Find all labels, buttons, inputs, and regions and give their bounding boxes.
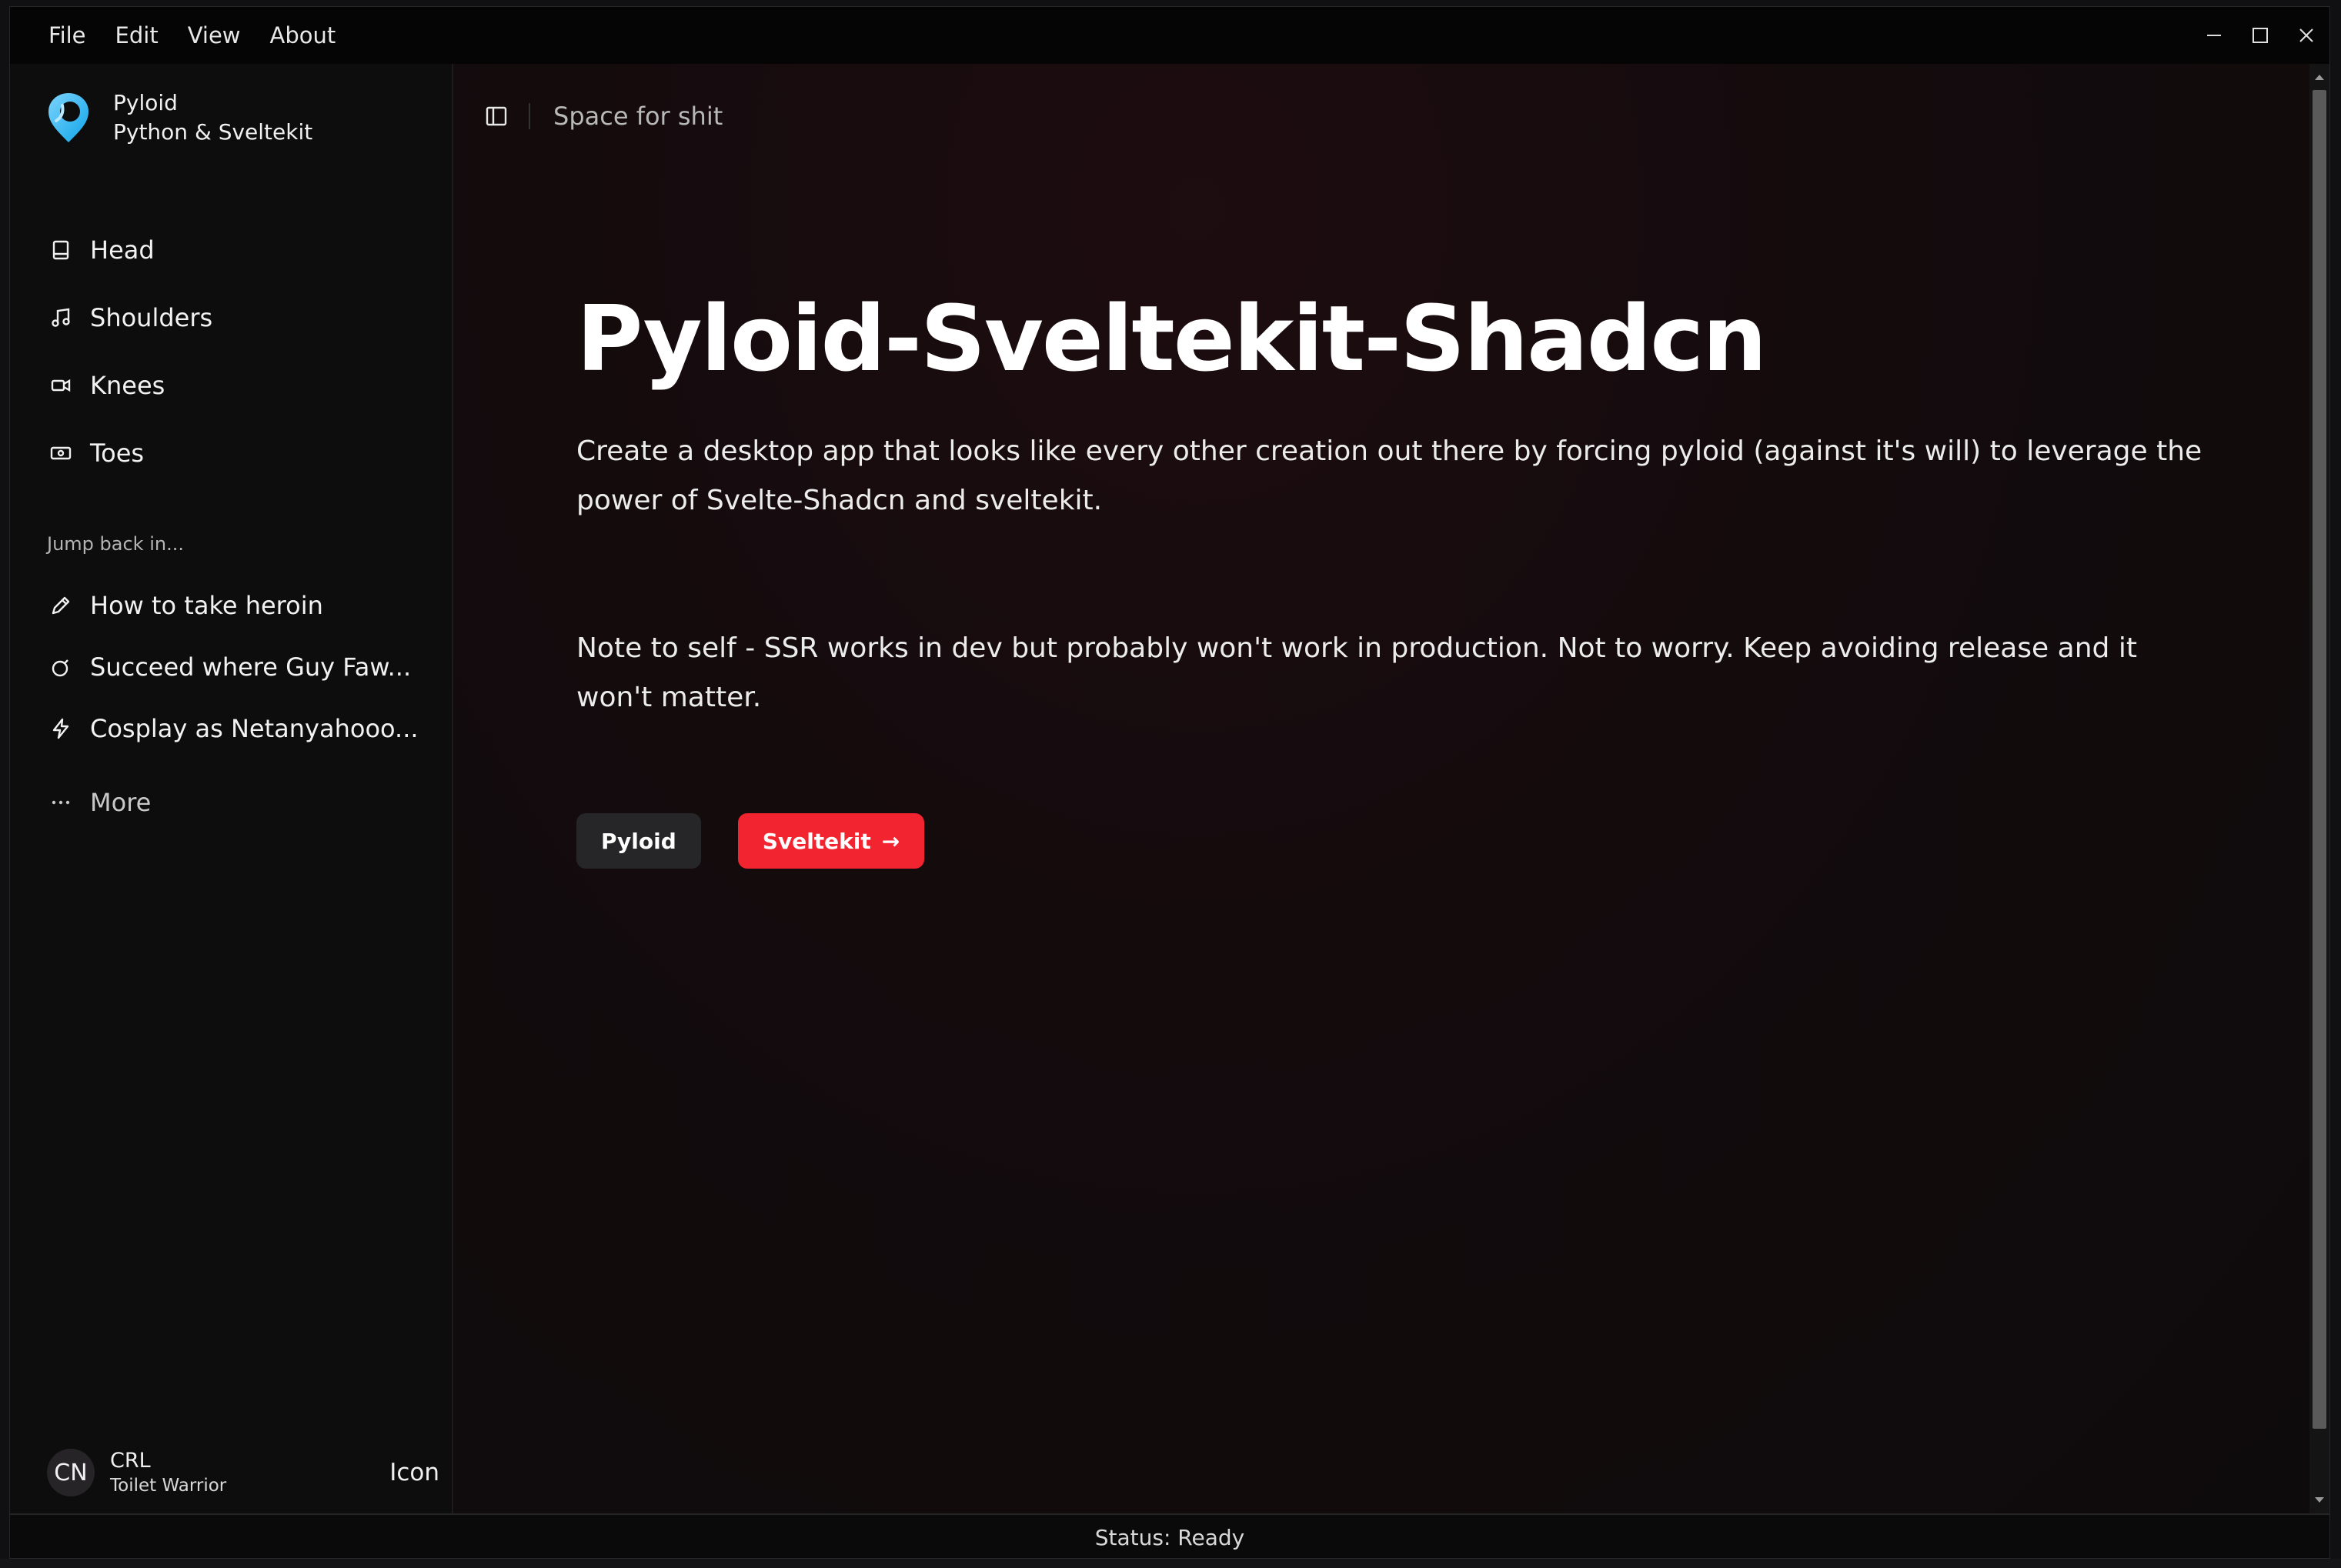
desktop: File Edit View About Pyloid Python & Sve… <box>0 0 2341 1568</box>
recent-item-heroin[interactable]: How to take heroin <box>10 575 452 636</box>
recent-section-label: Jump back in... <box>47 533 184 555</box>
brand[interactable]: Pyloid Python & Sveltekit <box>41 88 312 147</box>
panel-left-icon <box>486 106 507 126</box>
book-icon <box>48 238 73 262</box>
more-label: More <box>90 788 152 817</box>
hero: Pyloid-Sveltekit-Shadcn Create a desktop… <box>576 281 2208 869</box>
caret-down-icon <box>2315 1497 2324 1503</box>
menu-edit[interactable]: Edit <box>115 7 159 64</box>
caret-up-icon <box>2315 75 2324 80</box>
music-note-icon <box>48 305 73 330</box>
pyloid-button-label: Pyloid <box>601 828 676 854</box>
scrollbar[interactable] <box>2309 64 2329 1513</box>
ellipsis-icon <box>48 790 73 815</box>
sidebar: Pyloid Python & Sveltekit Head Shoulders <box>10 64 453 1513</box>
minimize-button[interactable] <box>2191 7 2237 64</box>
app-window: File Edit View About Pyloid Python & Sve… <box>9 6 2330 1559</box>
close-button[interactable] <box>2283 7 2329 64</box>
page-description: Create a desktop app that looks like eve… <box>576 435 2202 516</box>
sidebar-item-label: Head <box>90 235 155 265</box>
sidebar-item-label: Shoulders <box>90 303 213 332</box>
recent-item-cosplay[interactable]: Cosplay as Netanyahooo... <box>10 698 452 759</box>
button-group: Pyloid Sveltekit → <box>576 813 2208 869</box>
recent-list: How to take heroin Succeed where Guy Faw… <box>10 575 452 833</box>
status-bar: Status: Ready <box>10 1513 2329 1558</box>
page-note: Note to self - SSR works in dev but prob… <box>576 632 2137 713</box>
sidebar-item-knees[interactable]: Knees <box>10 352 452 419</box>
bomb-icon <box>48 655 73 679</box>
maximize-icon <box>2253 28 2268 43</box>
sidebar-item-label: Toes <box>90 439 145 468</box>
content-header: Space for shit <box>453 64 2311 168</box>
pyloid-button[interactable]: Pyloid <box>576 813 701 869</box>
recent-item-label: Succeed where Guy Faw... <box>90 652 412 682</box>
recent-item-label: Cosplay as Netanyahooo... <box>90 714 419 743</box>
sidebar-toggle-button[interactable] <box>481 101 512 132</box>
scroll-up-button[interactable] <box>2309 67 2329 87</box>
video-camera-icon <box>48 373 73 398</box>
page-title: Pyloid-Sveltekit-Shadcn <box>576 285 1767 392</box>
sveltekit-button-label: Sveltekit <box>762 828 871 854</box>
scroll-down-button[interactable] <box>2309 1490 2329 1510</box>
main-content: Space for shit Pyloid-Sveltekit-Shadcn C… <box>453 64 2311 1513</box>
header-title: Space for shit <box>553 102 723 131</box>
window-controls <box>2191 7 2329 64</box>
status-text: Status: Ready <box>1094 1524 1245 1550</box>
desktop-strip <box>0 1559 2341 1568</box>
arrow-right-icon: → <box>881 828 900 854</box>
close-icon <box>2299 28 2313 42</box>
maximize-button[interactable] <box>2237 7 2283 64</box>
user-action-button[interactable]: Icon <box>389 1446 439 1500</box>
scroll-thumb[interactable] <box>2313 90 2326 1429</box>
user-name: CRL <box>110 1449 151 1473</box>
sidebar-item-label: Knees <box>90 371 165 400</box>
avatar: CN <box>47 1449 95 1496</box>
user-role: Toilet Warrior <box>110 1476 227 1496</box>
pen-icon <box>48 593 73 618</box>
lightning-icon <box>48 716 73 741</box>
sidebar-item-toes[interactable]: Toes <box>10 419 452 487</box>
sveltekit-button[interactable]: Sveltekit → <box>737 813 925 869</box>
banknote-icon <box>48 441 73 465</box>
menu-file[interactable]: File <box>48 7 86 64</box>
sidebar-nav: Head Shoulders Knees Toes <box>10 216 452 487</box>
menu-view[interactable]: View <box>188 7 241 64</box>
brand-name: Pyloid <box>113 90 178 115</box>
pyloid-logo-icon <box>48 93 88 142</box>
menu-about[interactable]: About <box>270 7 336 64</box>
sidebar-item-shoulders[interactable]: Shoulders <box>10 284 452 352</box>
more-button[interactable]: More <box>10 772 452 833</box>
sidebar-item-head[interactable]: Head <box>10 216 452 284</box>
brand-subtitle: Python & Sveltekit <box>113 119 313 145</box>
menubar: File Edit View About <box>10 7 2329 64</box>
recent-item-label: How to take heroin <box>90 591 323 620</box>
user-profile[interactable]: CN CRL Toilet Warrior Icon <box>47 1446 439 1500</box>
header-divider <box>529 103 530 129</box>
recent-item-guy-fawkes[interactable]: Succeed where Guy Faw... <box>10 636 452 698</box>
minimize-icon <box>2207 35 2221 36</box>
